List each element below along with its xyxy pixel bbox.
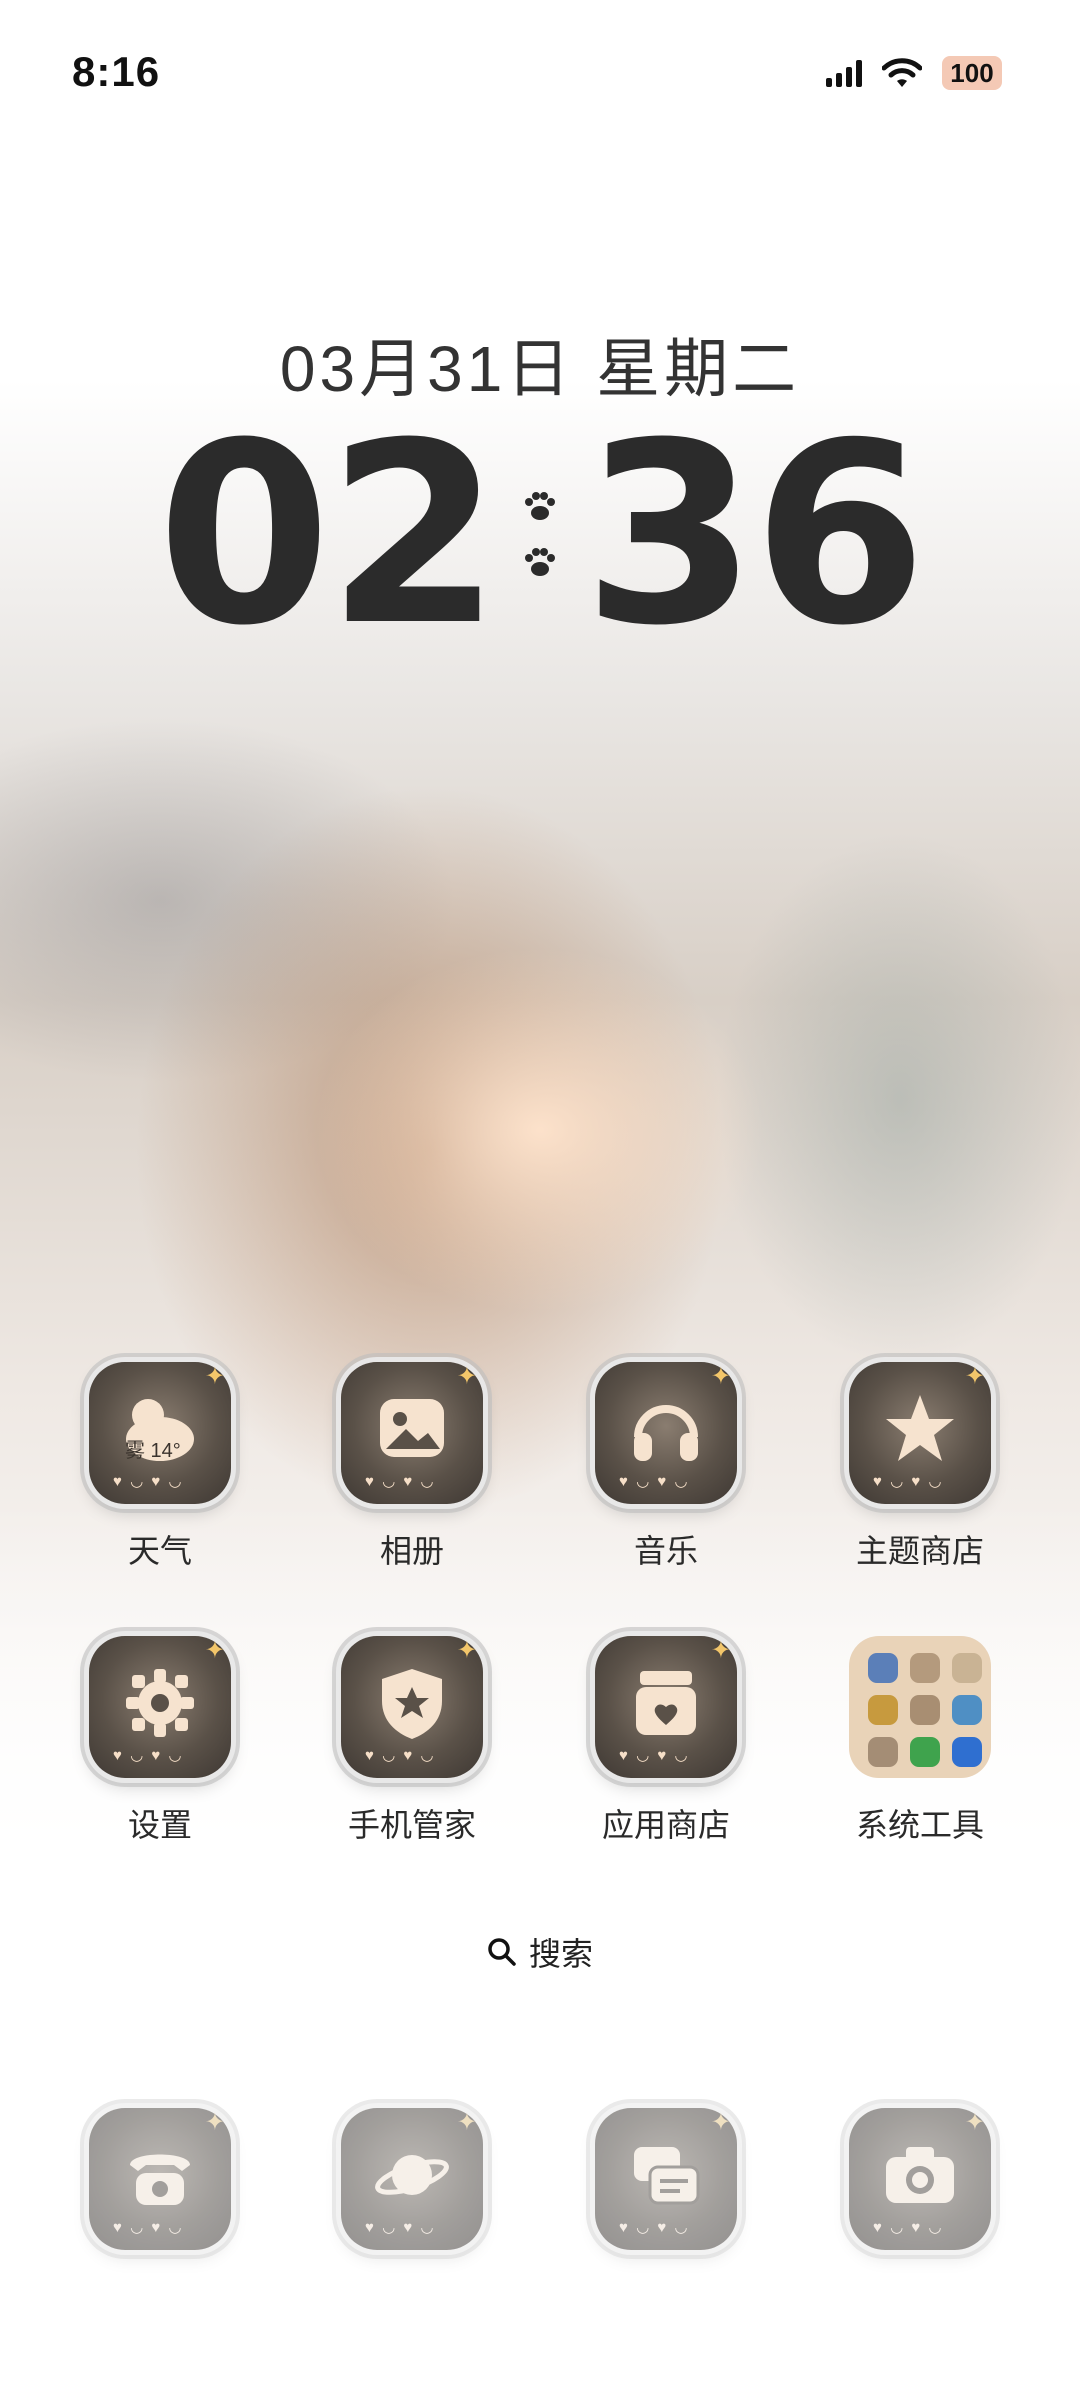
phone-icon: ✦ ♥ ◡ ♥ ◡ (89, 2108, 231, 2250)
status-time: 8:16 (72, 48, 161, 95)
app-label: 相册 (379, 1533, 444, 1569)
clock-minutes: 36 (583, 389, 927, 680)
app-settings[interactable]: ✦ ♥ ◡ ♥ ◡ 设置 (60, 1636, 260, 1846)
mini-app-icon (952, 1737, 982, 1767)
mini-app-icon (868, 1653, 898, 1683)
wifi-icon (882, 58, 922, 87)
mini-app-icon (910, 1653, 940, 1683)
mini-app-icon (868, 1695, 898, 1725)
dock-messages[interactable]: ✦ ♥ ◡ ♥ ◡ (566, 2108, 766, 2250)
app-phone-manager[interactable]: ✦ ♥ ◡ ♥ ◡ 手机管家 (312, 1636, 512, 1846)
store-icon: ✦ ♥ ◡ ♥ ◡ (595, 1636, 737, 1778)
gallery-icon: ✦ ♥ ◡ ♥ ◡ (341, 1362, 483, 1504)
dock-browser[interactable]: ✦ ♥ ◡ ♥ ◡ (312, 2108, 512, 2250)
mini-app-icon (910, 1695, 940, 1725)
star-icon: ✦ ♥ ◡ ♥ ◡ (849, 1362, 991, 1504)
camera-icon: ✦ ♥ ◡ ♥ ◡ (849, 2108, 991, 2250)
app-theme-store[interactable]: ✦ ♥ ◡ ♥ ◡ 主题商店 (820, 1362, 1020, 1572)
app-app-store[interactable]: ✦ ♥ ◡ ♥ ◡ 应用商店 (566, 1636, 766, 1846)
clock-widget[interactable]: 02 36 (0, 410, 1080, 660)
app-weather[interactable]: ✦ 雾 14° ♥ ◡ ♥ ◡ 天气 (60, 1362, 260, 1572)
status-bar: 8:16 100 (0, 0, 1080, 150)
search-icon (488, 1938, 516, 1966)
mini-app-icon (952, 1653, 982, 1683)
status-icons: 100 (826, 56, 1002, 90)
weather-badge: 雾 14° (125, 1440, 181, 1462)
app-label: 手机管家 (347, 1807, 476, 1843)
dock-camera[interactable]: ✦ ♥ ◡ ♥ ◡ (820, 2108, 1020, 2250)
battery-indicator: 100 (942, 56, 1002, 90)
paw-separator-icon (523, 492, 557, 578)
planet-icon: ✦ ♥ ◡ ♥ ◡ (341, 2108, 483, 2250)
mini-app-icon (952, 1695, 982, 1725)
gear-icon: ✦ ♥ ◡ ♥ ◡ (89, 1636, 231, 1778)
search-label: 搜索 (528, 1936, 593, 1972)
messages-icon: ✦ ♥ ◡ ♥ ◡ (595, 2108, 737, 2250)
app-music[interactable]: ✦ ♥ ◡ ♥ ◡ 音乐 (566, 1362, 766, 1572)
app-label: 应用商店 (601, 1807, 730, 1843)
shield-icon: ✦ ♥ ◡ ♥ ◡ (341, 1636, 483, 1778)
headphones-icon: ✦ ♥ ◡ ♥ ◡ (595, 1362, 737, 1504)
clock-hours: 02 (157, 389, 501, 680)
folder-system-tools[interactable]: 系统工具 (820, 1636, 1020, 1846)
cellular-signal-icon (826, 59, 862, 87)
app-label: 音乐 (633, 1533, 698, 1569)
app-label: 天气 (127, 1533, 192, 1569)
app-label: 系统工具 (855, 1807, 984, 1843)
mini-app-icon (868, 1737, 898, 1767)
search-button[interactable]: 搜索 (456, 1918, 624, 1986)
folder-icon (849, 1636, 991, 1778)
weather-icon: ✦ 雾 14° ♥ ◡ ♥ ◡ (89, 1362, 231, 1504)
mini-app-icon (910, 1737, 940, 1767)
app-label: 设置 (127, 1807, 192, 1843)
app-label: 主题商店 (855, 1533, 984, 1569)
app-gallery[interactable]: ✦ ♥ ◡ ♥ ◡ 相册 (312, 1362, 512, 1572)
dock-phone[interactable]: ✦ ♥ ◡ ♥ ◡ (60, 2108, 260, 2250)
